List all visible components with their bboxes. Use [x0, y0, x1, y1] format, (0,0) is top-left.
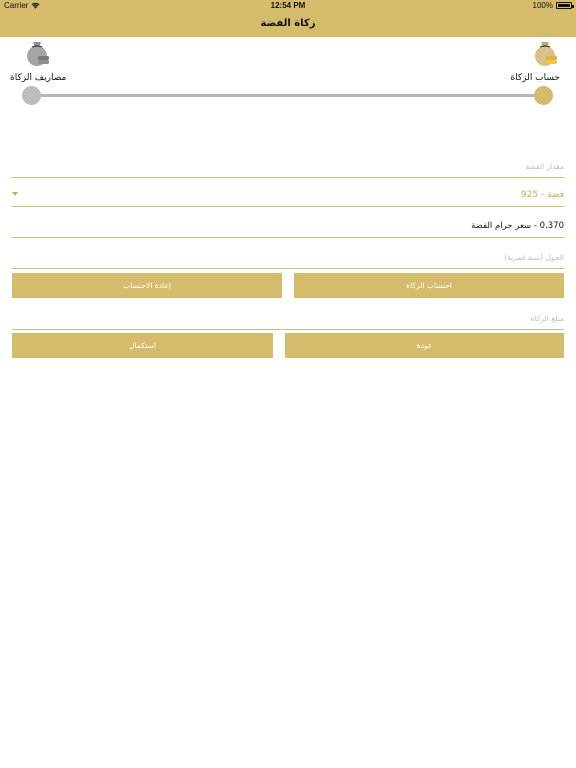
- step-label-expenses: مصاريف الزكاة: [10, 73, 67, 83]
- recalculate-button[interactable]: إعادة الاحتساب: [12, 273, 282, 298]
- zakat-amount-field[interactable]: مبلغ الزكاة: [12, 307, 564, 330]
- navigation-header: Carrier 12:54 PM 100% زكاة الفضة: [0, 0, 576, 37]
- silver-amount-placeholder: مقدار الفضة: [525, 161, 564, 171]
- chevron-down-icon[interactable]: [12, 192, 18, 196]
- money-bag-gold-icon: [535, 42, 557, 66]
- step-label-calculate: حساب الزكاة: [510, 73, 560, 83]
- step-dot-current: [534, 86, 553, 105]
- step-dot-next: [22, 86, 41, 105]
- step-progress-track: [30, 94, 546, 97]
- continue-button[interactable]: استكمال: [12, 333, 273, 358]
- page-title: زكاة الفضة: [260, 18, 316, 29]
- silver-type-value: فضة - 925: [520, 190, 564, 200]
- battery-percent: 100%: [532, 1, 553, 10]
- money-bag-silver-icon: [27, 42, 49, 66]
- zakat-amount-placeholder: مبلغ الزكاة: [530, 313, 564, 323]
- calculate-zakat-button[interactable]: احتساب الزكاة: [294, 273, 564, 298]
- silver-price-field: 0.370 - سعر جرام الفضة: [12, 215, 564, 238]
- silver-price-value: 0.370 - سعر جرام الفضة: [471, 221, 564, 231]
- hawl-placeholder: الحول (سنة قمرية): [504, 252, 564, 262]
- silver-amount-field[interactable]: مقدار الفضة: [12, 155, 564, 178]
- battery-icon: [556, 2, 574, 9]
- status-time: 12:54 PM: [270, 1, 306, 10]
- silver-type-select[interactable]: فضة - 925: [12, 184, 564, 207]
- back-button[interactable]: عودة: [285, 333, 564, 358]
- status-battery: 100%: [532, 1, 574, 10]
- hawl-field[interactable]: الحول (سنة قمرية): [12, 246, 564, 269]
